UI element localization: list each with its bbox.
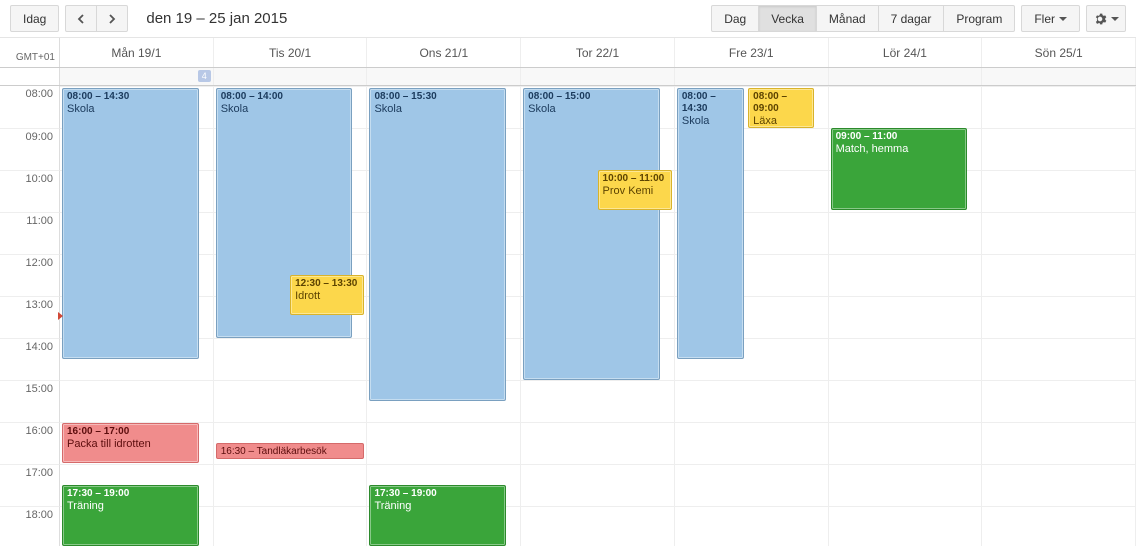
event-time: 17:30 – 19:00 bbox=[67, 488, 129, 499]
allday-tue[interactable] bbox=[214, 68, 368, 85]
chevron-down-icon bbox=[1059, 17, 1067, 21]
event-title: Match, hemma bbox=[836, 143, 963, 155]
hour-label: 15:00 bbox=[0, 380, 60, 422]
day-header-tue[interactable]: Tis 20/1 bbox=[214, 38, 368, 67]
event-skola-thu[interactable]: 08:00 – 15:00 Skola bbox=[523, 88, 660, 380]
day-header-sun[interactable]: Sön 25/1 bbox=[982, 38, 1136, 67]
day-header-mon[interactable]: Mån 19/1 bbox=[60, 38, 214, 67]
settings-button[interactable] bbox=[1086, 5, 1126, 32]
view-7days-button[interactable]: 7 dagar bbox=[878, 5, 945, 32]
event-title: Skola bbox=[528, 103, 655, 115]
week-grid: GMT+01 Mån 19/1 Tis 20/1 Ons 21/1 Tor 22… bbox=[0, 38, 1136, 546]
allday-row: 4 bbox=[0, 68, 1136, 86]
day-header-row: GMT+01 Mån 19/1 Tis 20/1 Ons 21/1 Tor 22… bbox=[0, 38, 1136, 68]
allday-sat[interactable] bbox=[829, 68, 983, 85]
event-time: 08:00 – 14:30 bbox=[682, 91, 739, 115]
allday-fri[interactable] bbox=[675, 68, 829, 85]
event-title: Läxa Engelska bbox=[753, 115, 808, 128]
day-header-wed[interactable]: Ons 21/1 bbox=[367, 38, 521, 67]
view-switcher: Dag Vecka Månad 7 dagar Program bbox=[711, 5, 1015, 32]
hour-label: 14:00 bbox=[0, 338, 60, 380]
event-time: 08:00 – 15:30 bbox=[374, 91, 501, 103]
event-skola-mon[interactable]: 08:00 – 14:30 Skola bbox=[62, 88, 199, 359]
event-time: 08:00 – 14:00 bbox=[221, 91, 348, 103]
hour-label: 11:00 bbox=[0, 212, 60, 254]
event-count-badge: 4 bbox=[198, 70, 211, 82]
nav-group bbox=[65, 5, 128, 32]
day-col-sun[interactable] bbox=[982, 86, 1136, 546]
event-skola-wed[interactable]: 08:00 – 15:30 Skola bbox=[369, 88, 506, 401]
today-button[interactable]: Idag bbox=[10, 5, 59, 32]
hour-label: 09:00 bbox=[0, 128, 60, 170]
date-range-label: den 19 – 25 jan 2015 bbox=[146, 10, 287, 27]
event-time: 09:00 – 11:00 bbox=[836, 131, 963, 143]
allday-sun[interactable] bbox=[982, 68, 1136, 85]
event-prov-kemi[interactable]: 10:00 – 11:00 Prov Kemi bbox=[598, 170, 672, 210]
view-day-button[interactable]: Dag bbox=[711, 5, 759, 32]
hour-label: 18:00 bbox=[0, 506, 60, 546]
timezone-label: GMT+01 bbox=[0, 38, 60, 67]
allday-mon[interactable]: 4 bbox=[60, 68, 214, 85]
event-time: 08:00 – 14:30 bbox=[67, 91, 194, 103]
day-header-sat[interactable]: Lör 24/1 bbox=[829, 38, 983, 67]
view-agenda-button[interactable]: Program bbox=[943, 5, 1015, 32]
event-time: 08:00 – 09:00 bbox=[753, 91, 787, 114]
event-title: Prov Kemi bbox=[603, 185, 667, 197]
event-title: Packa till idrotten bbox=[67, 438, 194, 450]
time-scroll[interactable]: 08:00 09:00 10:00 11:00 12:00 13:00 14:0… bbox=[0, 86, 1136, 546]
hour-label: 17:00 bbox=[0, 464, 60, 506]
view-week-button[interactable]: Vecka bbox=[758, 5, 817, 32]
day-header-fri[interactable]: Fre 23/1 bbox=[675, 38, 829, 67]
chevron-right-icon bbox=[108, 14, 116, 24]
event-tandlakar[interactable]: 16:30 – Tandläkarbesök bbox=[216, 443, 365, 459]
hour-label: 12:00 bbox=[0, 254, 60, 296]
event-title: Skola bbox=[682, 115, 739, 127]
event-title: Skola bbox=[221, 103, 348, 115]
time-col: 08:00 09:00 10:00 11:00 12:00 13:00 14:0… bbox=[0, 86, 60, 546]
event-title: Träning bbox=[374, 500, 501, 512]
more-button[interactable]: Fler bbox=[1021, 5, 1080, 32]
prev-button[interactable] bbox=[65, 5, 97, 32]
event-time: 16:00 – 17:00 bbox=[67, 426, 129, 437]
day-col-mon[interactable]: 08:00 – 14:30 Skola 16:00 – 17:00 Packa … bbox=[60, 86, 214, 546]
hour-label: 13:00 bbox=[0, 296, 60, 338]
event-title: Skola bbox=[67, 103, 194, 115]
event-packa[interactable]: 16:00 – 17:00 Packa till idrotten bbox=[62, 423, 199, 463]
hour-label: 08:00 bbox=[0, 86, 60, 128]
hour-label: 16:00 bbox=[0, 422, 60, 464]
more-label: Fler bbox=[1034, 12, 1055, 26]
day-col-fri[interactable]: 08:00 – 14:30 Skola 08:00 – 09:00 Läxa E… bbox=[675, 86, 829, 546]
event-laxa-engelska[interactable]: 08:00 – 09:00 Läxa Engelska bbox=[748, 88, 813, 128]
gear-icon bbox=[1093, 12, 1107, 26]
day-col-thu[interactable]: 08:00 – 15:00 Skola 10:00 – 11:00 Prov K… bbox=[521, 86, 675, 546]
event-time: 12:30 – 13:30 bbox=[295, 278, 357, 289]
event-traning-mon[interactable]: 17:30 – 19:00 Träning bbox=[62, 485, 199, 546]
day-cols: 08:00 – 14:30 Skola 16:00 – 17:00 Packa … bbox=[60, 86, 1136, 546]
event-idrott[interactable]: 12:30 – 13:30 Idrott bbox=[290, 275, 364, 315]
event-skola-fri[interactable]: 08:00 – 14:30 Skola bbox=[677, 88, 744, 359]
event-title: Idrott bbox=[295, 290, 359, 302]
allday-thu[interactable] bbox=[521, 68, 675, 85]
event-title: Skola bbox=[374, 103, 501, 115]
allday-wed[interactable] bbox=[367, 68, 521, 85]
view-month-button[interactable]: Månad bbox=[816, 5, 879, 32]
day-header-thu[interactable]: Tor 22/1 bbox=[521, 38, 675, 67]
event-title: Träning bbox=[67, 500, 194, 512]
event-time: 10:00 – 11:00 bbox=[603, 173, 665, 184]
now-indicator-icon bbox=[58, 312, 63, 320]
hour-label: 10:00 bbox=[0, 170, 60, 212]
event-time: 08:00 – 15:00 bbox=[528, 91, 655, 103]
day-col-wed[interactable]: 08:00 – 15:30 Skola 17:30 – 19:00 Tränin… bbox=[367, 86, 521, 546]
day-col-sat[interactable]: 09:00 – 11:00 Match, hemma bbox=[829, 86, 983, 546]
chevron-down-icon bbox=[1111, 17, 1119, 21]
allday-tz bbox=[0, 68, 60, 85]
event-time: 17:30 – 19:00 bbox=[374, 488, 436, 499]
event-traning-wed[interactable]: 17:30 – 19:00 Träning bbox=[369, 485, 506, 546]
next-button[interactable] bbox=[96, 5, 128, 32]
event-match[interactable]: 09:00 – 11:00 Match, hemma bbox=[831, 128, 968, 210]
toolbar: Idag den 19 – 25 jan 2015 Dag Vecka Måna… bbox=[0, 0, 1136, 38]
day-col-tue[interactable]: 08:00 – 14:00 Skola 12:30 – 13:30 Idrott… bbox=[214, 86, 368, 546]
chevron-left-icon bbox=[77, 14, 85, 24]
